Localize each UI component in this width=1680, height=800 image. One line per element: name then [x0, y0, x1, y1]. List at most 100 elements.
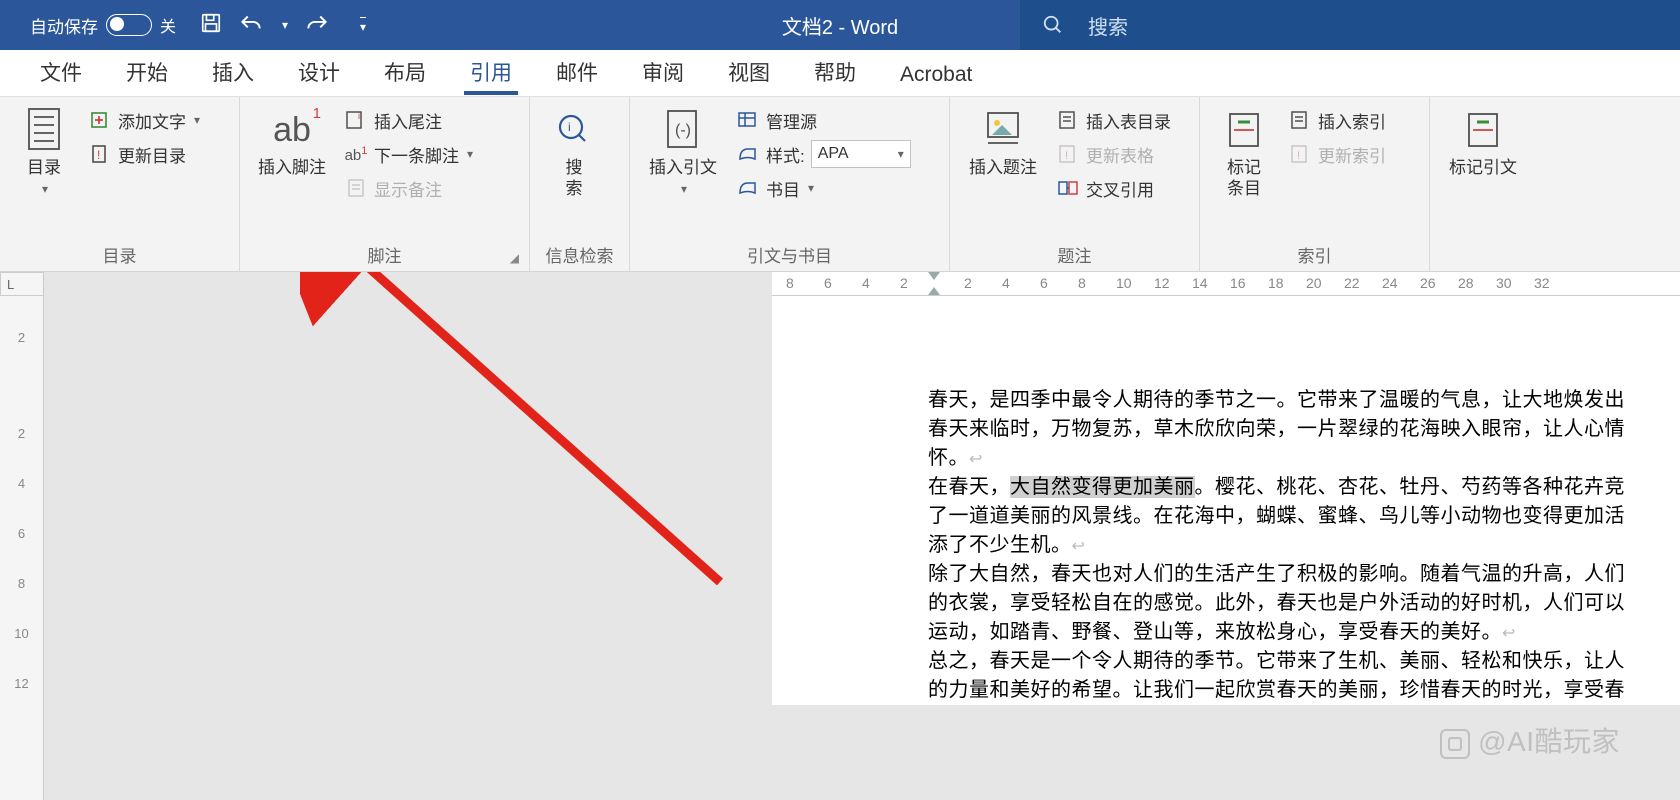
para-line: 总之，春天是一个令人期待的季节。它带来了生机、美丽、轻松和快乐，让人: [928, 647, 1680, 676]
insert-endnote-button[interactable]: i 插入尾注: [338, 103, 479, 137]
svg-text:!: !: [1065, 150, 1068, 162]
para-line: 春天，是四季中最令人期待的季节之一。它带来了温暖的气息，让大地焕发出: [928, 386, 1680, 415]
group-label-captions: 题注: [958, 238, 1191, 271]
autosave-toggle[interactable]: 自动保存 关: [30, 13, 176, 38]
bibliography-icon: [736, 176, 760, 200]
mark-entry-button[interactable]: 标记 条目: [1208, 103, 1280, 200]
caption-icon: [980, 107, 1026, 153]
tab-mailings[interactable]: 邮件: [534, 57, 620, 95]
document-page[interactable]: 春天，是四季中最令人期待的季节之一。它带来了温暖的气息，让大地焕发出 春天来临时…: [772, 296, 1680, 705]
insert-index-button[interactable]: 插入索引: [1282, 103, 1392, 137]
update-table-icon: !: [1056, 142, 1080, 166]
document-workspace: L 2 2 4 6 8 10 12 8 6 4 2 2 4 6 8 10 12 …: [0, 272, 1680, 800]
update-table-button[interactable]: ! 更新表格: [1050, 137, 1177, 171]
show-notes-icon: [344, 176, 368, 200]
next-footnote-icon: ab1: [344, 142, 368, 166]
insert-footnote-button[interactable]: ab1 插入脚注: [248, 103, 336, 178]
add-text-icon: [88, 108, 112, 132]
title-bar: 自动保存 关 ▾ ▾ 文档2 - Word 搜索: [0, 0, 1680, 50]
chevron-down-icon: ▾: [42, 182, 48, 196]
update-toc-icon: !: [88, 142, 112, 166]
first-line-indent-icon[interactable]: [928, 272, 940, 280]
svg-text:i: i: [358, 111, 360, 121]
cross-ref-icon: [1056, 176, 1080, 200]
ribbon-tabs: 文件 开始 插入 设计 布局 引用 邮件 审阅 视图 帮助 Acrobat: [0, 50, 1680, 96]
update-index-icon: !: [1288, 142, 1312, 166]
tab-references[interactable]: 引用: [448, 57, 534, 95]
tab-layout[interactable]: 布局: [362, 57, 448, 95]
toc-button[interactable]: 目录 ▾: [8, 103, 80, 196]
group-label-index: 索引: [1208, 238, 1421, 271]
mark-citation-button[interactable]: 标记引文: [1438, 103, 1528, 178]
tab-view[interactable]: 视图: [706, 57, 792, 95]
tab-review[interactable]: 审阅: [620, 57, 706, 95]
watermark-logo-icon: [1440, 729, 1470, 759]
add-text-button[interactable]: 添加文字▾: [82, 103, 206, 137]
autosave-state: 关: [160, 13, 176, 37]
search-icon: [1042, 14, 1064, 36]
next-footnote-button[interactable]: ab1 下一条脚注▾: [338, 137, 479, 171]
dialog-launcher-icon[interactable]: ◢: [510, 251, 519, 265]
toggle-switch-icon[interactable]: [106, 14, 152, 36]
horizontal-ruler[interactable]: 8 6 4 2 2 4 6 8 10 12 14 16 18 20 22 24 …: [772, 272, 1680, 296]
update-index-button[interactable]: ! 更新索引: [1282, 137, 1392, 171]
group-label-citations: 引文与书目: [638, 238, 941, 271]
watermark: @AI酷玩家: [1440, 720, 1620, 760]
mark-entry-icon: [1221, 107, 1267, 153]
table-of-figures-icon: [1056, 108, 1080, 132]
citation-icon: (-): [660, 107, 706, 153]
insert-index-icon: [1288, 108, 1312, 132]
manage-sources-button[interactable]: 管理源: [730, 103, 917, 137]
para-line: 的衣裳，享受轻松自在的感觉。此外，春天也是户外活动的好时机，人们可以: [928, 589, 1680, 618]
undo-dropdown-icon[interactable]: ▾: [282, 18, 288, 32]
style-icon: [736, 142, 760, 166]
style-dropdown[interactable]: APA▾: [811, 140, 911, 168]
ribbon: 目录 ▾ 添加文字▾ ! 更新目录 目录 ab1 插入脚注: [0, 96, 1680, 272]
para-line: 怀。↩: [928, 444, 1680, 473]
group-label-toc: 目录: [8, 238, 231, 271]
para-line: 在春天，大自然变得更加美丽。樱花、桃花、杏花、牡丹、芍药等各种花卉竞: [928, 473, 1680, 502]
search-icon: i: [551, 107, 597, 153]
annotation-arrow-icon: [300, 272, 760, 612]
svg-text:(-): (-): [675, 122, 691, 139]
save-icon[interactable]: [200, 12, 222, 39]
manage-sources-icon: [736, 108, 760, 132]
bibliography-button[interactable]: 书目▾: [730, 171, 917, 205]
qat-customize-icon[interactable]: ▾: [360, 17, 366, 34]
undo-icon[interactable]: [238, 12, 264, 39]
endnote-icon: i: [344, 108, 368, 132]
cross-reference-button[interactable]: 交叉引用: [1050, 171, 1177, 205]
document-title: 文档2 - Word: [782, 11, 898, 40]
mark-citation-icon: [1460, 107, 1506, 153]
tab-help[interactable]: 帮助: [792, 57, 878, 95]
para-line: 除了大自然，春天也对人们的生活产生了积极的影响。随着气温的升高，人们: [928, 560, 1680, 589]
tab-file[interactable]: 文件: [18, 57, 104, 95]
para-line: 的力量和美好的希望。让我们一起欣赏春天的美丽，珍惜春天的时光，享受春: [928, 676, 1680, 705]
para-line: 运动，如踏青、野餐、登山等，来放松身心，享受春天的美好。↩: [928, 618, 1680, 647]
para-line: 添了不少生机。↩: [928, 531, 1680, 560]
vertical-ruler[interactable]: 2 2 4 6 8 10 12: [0, 296, 44, 800]
ruler-corner: L: [0, 272, 44, 296]
footnote-icon: ab1: [269, 107, 315, 153]
insert-citation-button[interactable]: (-) 插入引文 ▾: [638, 103, 728, 196]
tab-insert[interactable]: 插入: [190, 57, 276, 95]
svg-text:!: !: [1297, 150, 1300, 162]
citation-style-select[interactable]: 样式: APA▾: [730, 137, 917, 171]
search-placeholder: 搜索: [1088, 11, 1128, 40]
tab-acrobat[interactable]: Acrobat: [878, 63, 994, 95]
tab-home[interactable]: 开始: [104, 57, 190, 95]
selected-text[interactable]: 大自然变得更加美丽: [1010, 476, 1195, 498]
group-label-research: 信息检索: [538, 238, 621, 271]
update-toc-button[interactable]: ! 更新目录: [82, 137, 206, 171]
search-box[interactable]: 搜索: [1020, 0, 1680, 50]
tab-design[interactable]: 设计: [276, 57, 362, 95]
redo-icon[interactable]: [304, 12, 330, 39]
insert-caption-button[interactable]: 插入题注: [958, 103, 1048, 178]
hanging-indent-icon[interactable]: [928, 287, 940, 295]
svg-text:!: !: [97, 148, 100, 162]
insert-table-of-figures-button[interactable]: 插入表目录: [1050, 103, 1177, 137]
para-line: 了一道道美丽的风景线。在花海中，蝴蝶、蜜蜂、鸟儿等小动物也变得更加活: [928, 502, 1680, 531]
show-notes-button[interactable]: 显示备注: [338, 171, 479, 205]
quick-access-toolbar: ▾ ▾: [200, 12, 366, 39]
research-search-button[interactable]: i 搜 索: [538, 103, 610, 200]
